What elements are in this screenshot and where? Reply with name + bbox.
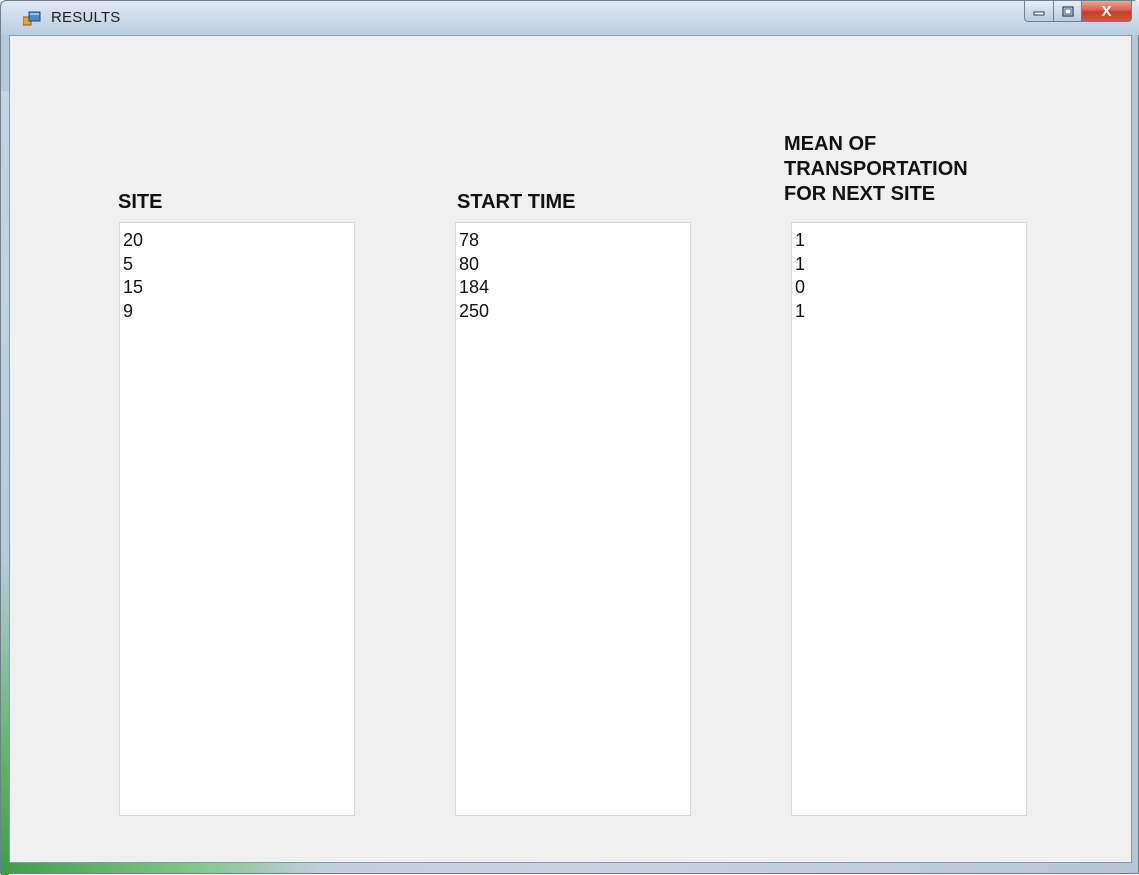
list-item[interactable]: 1 bbox=[795, 253, 1026, 277]
list-item[interactable]: 0 bbox=[795, 276, 1026, 300]
window-title: RESULTS bbox=[51, 9, 121, 26]
maximize-button[interactable] bbox=[1054, 1, 1082, 22]
transport-label-line-3: FOR NEXT SITE bbox=[784, 183, 936, 205]
minimize-icon bbox=[1033, 11, 1045, 16]
list-item[interactable]: 15 bbox=[123, 276, 354, 300]
list-item[interactable]: 250 bbox=[459, 300, 690, 324]
app-icon bbox=[23, 11, 41, 26]
list-item[interactable]: 184 bbox=[459, 276, 690, 300]
form-client-area: SITE START TIME MEAN OF TRANSPORTATION F… bbox=[9, 35, 1132, 863]
caption-buttons: X bbox=[1024, 1, 1132, 25]
results-window: RESULTS X SITE START TIME MEAN OF TRANSP… bbox=[0, 0, 1139, 875]
transport-label: MEAN OF TRANSPORTATION FOR NEXT SITE bbox=[784, 132, 968, 207]
list-item[interactable]: 78 bbox=[459, 229, 690, 253]
maximize-icon bbox=[1061, 5, 1074, 17]
list-item[interactable]: 5 bbox=[123, 253, 354, 277]
close-button[interactable]: X bbox=[1082, 1, 1132, 22]
list-item[interactable]: 1 bbox=[795, 229, 1026, 253]
site-listbox[interactable]: 20 5 15 9 bbox=[119, 222, 355, 816]
start-time-label: START TIME bbox=[457, 191, 576, 213]
transport-label-line-2: TRANSPORTATION bbox=[784, 158, 968, 180]
list-item[interactable]: 20 bbox=[123, 229, 354, 253]
site-label: SITE bbox=[118, 191, 163, 213]
list-item[interactable]: 9 bbox=[123, 300, 354, 324]
title-bar[interactable]: RESULTS X bbox=[1, 1, 1139, 35]
transport-listbox[interactable]: 1 1 0 1 bbox=[791, 222, 1027, 816]
list-item[interactable]: 80 bbox=[459, 253, 690, 277]
list-item[interactable]: 1 bbox=[795, 300, 1026, 324]
window-frame-left bbox=[1, 91, 9, 875]
minimize-button[interactable] bbox=[1024, 1, 1054, 22]
start-time-listbox[interactable]: 78 80 184 250 bbox=[455, 222, 691, 816]
transport-label-line-1: MEAN OF bbox=[784, 133, 877, 155]
close-icon: X bbox=[1101, 2, 1112, 20]
